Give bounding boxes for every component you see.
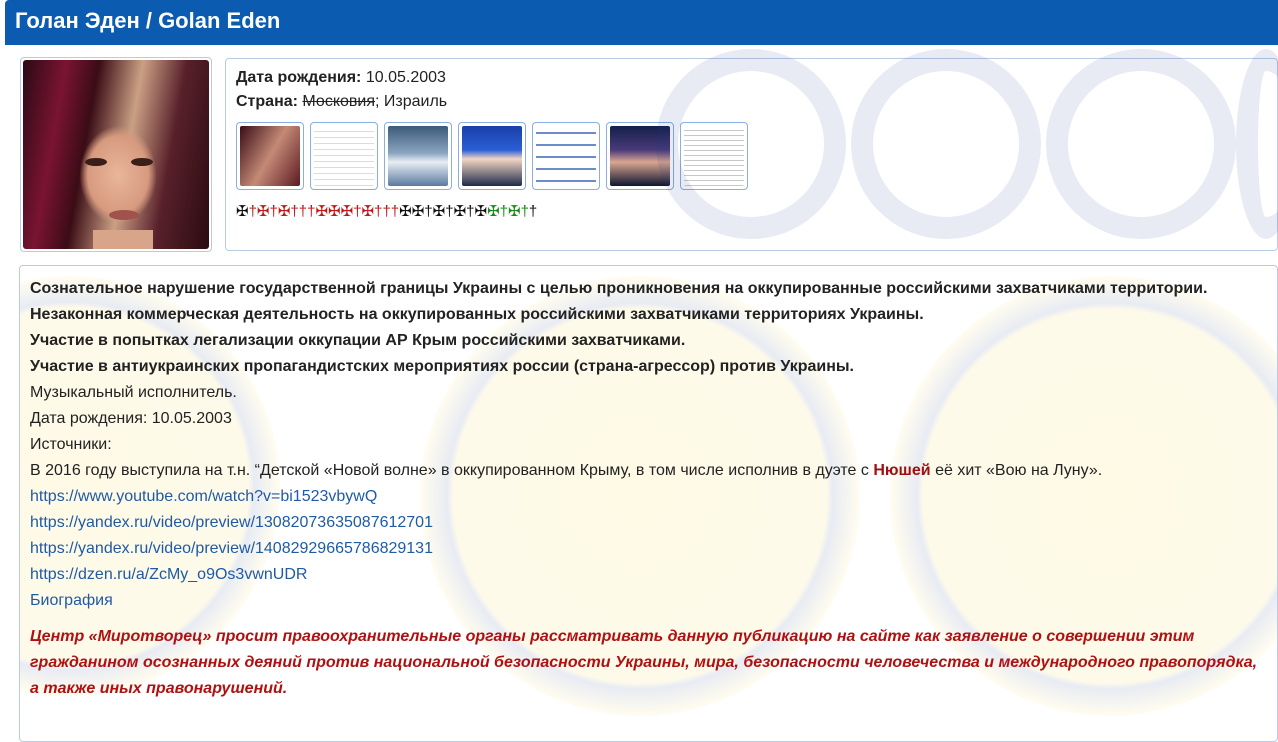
- photo-neck: [93, 230, 153, 249]
- cross-mark: ✠: [315, 203, 329, 220]
- cross-mark: †: [382, 203, 391, 220]
- cross-mark: †: [520, 203, 529, 220]
- birth-date-label: Дата рождения:: [236, 69, 362, 86]
- cross-mark: †: [390, 203, 400, 220]
- profile-info-card: Дата рождения: 10.05.2003 Страна: Москов…: [225, 49, 1278, 251]
- cross-mark: ✠: [453, 203, 467, 220]
- cross-mark: †: [445, 203, 454, 220]
- cross-mark: †: [528, 203, 538, 220]
- cross-mark: ✠: [474, 203, 488, 220]
- cross-mark: †: [499, 203, 508, 220]
- cross-mark: ✠: [487, 203, 500, 220]
- appeal-text: Центр «Миротворец» просит правоохранител…: [30, 628, 1258, 697]
- profile-photo-card: [20, 57, 212, 252]
- sources-label: Источники:: [30, 436, 112, 453]
- cross-mark: ✠: [432, 203, 446, 220]
- cross-mark: †: [353, 203, 362, 220]
- page-title: Голан Эден / Golan Eden: [5, 0, 1278, 45]
- cross-mark: ✠: [399, 203, 412, 220]
- cross-mark: ✠: [411, 203, 425, 220]
- source-link-dzen[interactable]: https://dzen.ru/a/ZcMy_o9Os3vwnUDR: [30, 562, 1267, 588]
- story-highlighted-name: Нюшей: [873, 462, 931, 479]
- cross-mark: †: [290, 203, 299, 220]
- accusation-line: Участие в антиукраинских пропагандистски…: [30, 358, 854, 375]
- birth-date-text: Дата рождения: 10.05.2003: [30, 410, 232, 427]
- thumbnail[interactable]: [310, 122, 378, 190]
- thumbnail[interactable]: [606, 122, 674, 190]
- cross-mark: †: [298, 203, 308, 220]
- country-line: Страна: Московия; Израиль: [236, 93, 1267, 111]
- profile-photo[interactable]: [23, 60, 209, 249]
- cross-mark: ✠: [361, 203, 375, 220]
- birth-date-value: 10.05.2003: [365, 69, 446, 86]
- thumbnail[interactable]: [458, 122, 526, 190]
- source-link-youtube[interactable]: https://www.youtube.com/watch?v=bi1523vb…: [30, 484, 1267, 510]
- photo-lips: [109, 210, 139, 220]
- cross-mark: ✠: [236, 203, 249, 220]
- thumbnail[interactable]: [236, 122, 304, 190]
- cross-mark: †: [269, 203, 278, 220]
- cross-mark: ✠: [340, 203, 354, 220]
- source-link-yandex-1[interactable]: https://yandex.ru/video/preview/13082073…: [30, 510, 1267, 536]
- birth-date-line: Дата рождения: 10.05.2003: [236, 69, 1267, 87]
- thumbnail[interactable]: [384, 122, 452, 190]
- thumbnail[interactable]: [532, 122, 600, 190]
- accusation-line: Участие в попытках легализации оккупации…: [30, 332, 686, 349]
- biography-link[interactable]: Биография: [30, 588, 1267, 614]
- cross-mark: ✠: [277, 203, 291, 220]
- photo-eye-right: [131, 158, 153, 166]
- country-struck: Московия: [302, 93, 375, 110]
- cross-marks-row: ✠†✠†✠†††✠✠✠†✠†††✠✠†✠†✠†✠✠†✠††: [236, 202, 1267, 220]
- main-description-card: Сознательное нарушение государственной г…: [19, 265, 1278, 742]
- cross-mark: †: [424, 203, 433, 220]
- thumbnail-gallery: [236, 122, 1267, 190]
- story-end: её хит «Вою на Луну».: [930, 462, 1103, 479]
- country-value: ; Израиль: [375, 93, 448, 110]
- accusation-line: Незаконная коммерческая деятельность на …: [30, 306, 924, 323]
- cross-mark: †: [248, 203, 257, 220]
- photo-eye-left: [85, 158, 107, 166]
- story-text: В 2016 году выступила на т.н. “Детской «…: [30, 458, 1267, 484]
- country-label: Страна:: [236, 93, 298, 110]
- occupation-text: Музыкальный исполнитель.: [30, 384, 237, 401]
- accusation-line: Сознательное нарушение государственной г…: [30, 280, 1208, 297]
- story-start: В 2016 году выступила на т.н. “Детской «…: [30, 462, 874, 479]
- source-link-yandex-2[interactable]: https://yandex.ru/video/preview/14082929…: [30, 536, 1267, 562]
- cross-mark: ✠: [507, 203, 521, 220]
- description-content: Сознательное нарушение государственной г…: [30, 276, 1267, 702]
- thumbnail[interactable]: [680, 122, 748, 190]
- cross-mark: ✠: [328, 203, 341, 220]
- cross-mark: ✠: [256, 203, 270, 220]
